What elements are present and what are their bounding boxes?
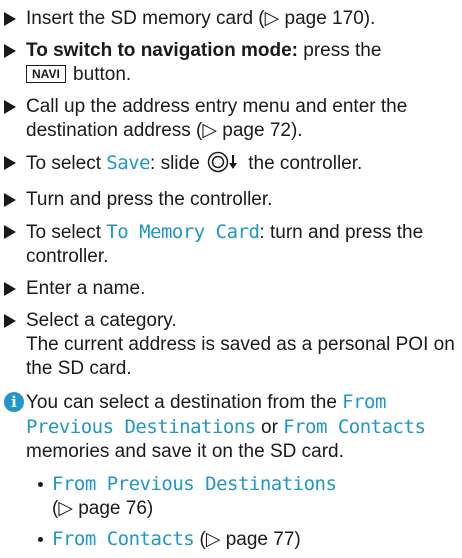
list-item: From Previous Destinations (▷ page 76): [38, 472, 460, 521]
navi-key-label: NAVI: [26, 65, 66, 83]
step-text: Select a category.: [26, 310, 177, 331]
step-address-entry: Call up the address entry menu and enter…: [4, 95, 460, 143]
controller-slide-down-icon: [207, 151, 241, 180]
step-arrow-icon: [4, 277, 22, 301]
instruction-steps: Insert the SD memory card (▷ page 170). …: [4, 7, 460, 389]
step-text: Enter a name.: [26, 278, 146, 299]
note-text: i You can select a destination from the …: [4, 390, 460, 464]
step-turn-press: Turn and press the controller.: [4, 188, 460, 212]
step-enter-name: Enter a name.: [4, 277, 460, 301]
step-text: Turn and press the controller.: [26, 189, 273, 210]
display-text-from-contacts: From Contacts: [283, 416, 426, 438]
display-text-save: Save: [106, 152, 151, 174]
page-reference: (▷ page 77): [199, 529, 301, 550]
page-reference: (▷ page 76): [52, 498, 154, 519]
page-reference: ▷ page 170: [264, 8, 364, 29]
bullet-icon: [38, 537, 43, 542]
step-arrow-icon: [4, 309, 22, 333]
step-select-save: To select Save: slide the controller.: [4, 151, 460, 180]
memory-list: From Previous Destinations (▷ page 76) F…: [4, 472, 460, 552]
step-insert-sd-card: Insert the SD memory card (▷ page 170).: [4, 7, 460, 31]
info-note: i You can select a destination from the …: [4, 390, 460, 558]
step-switch-navigation: To switch to navigation mode: press the …: [4, 39, 460, 87]
step-text: Insert the SD memory card (: [26, 8, 265, 29]
display-text-to-memory-card: To Memory Card: [106, 221, 260, 243]
step-select-memory-card: To select To Memory Card: turn and press…: [4, 220, 460, 269]
step-arrow-icon: [4, 188, 22, 212]
step-heading: To switch to navigation mode:: [26, 40, 298, 61]
step-arrow-icon: [4, 95, 22, 119]
step-select-category: Select a category. The current address i…: [4, 309, 460, 381]
step-arrow-icon: [4, 7, 22, 31]
list-item: From Contacts (▷ page 77): [38, 527, 460, 552]
step-arrow-icon: [4, 151, 22, 175]
page-reference: ▷ page 72: [202, 120, 291, 141]
step-arrow-icon: [4, 39, 22, 63]
step-result-text: The current address is saved as a person…: [26, 334, 455, 379]
step-arrow-icon: [4, 220, 22, 244]
info-icon: i: [4, 392, 24, 412]
manual-page: Insert the SD memory card (▷ page 170). …: [0, 0, 462, 558]
bullet-icon: [38, 482, 43, 487]
